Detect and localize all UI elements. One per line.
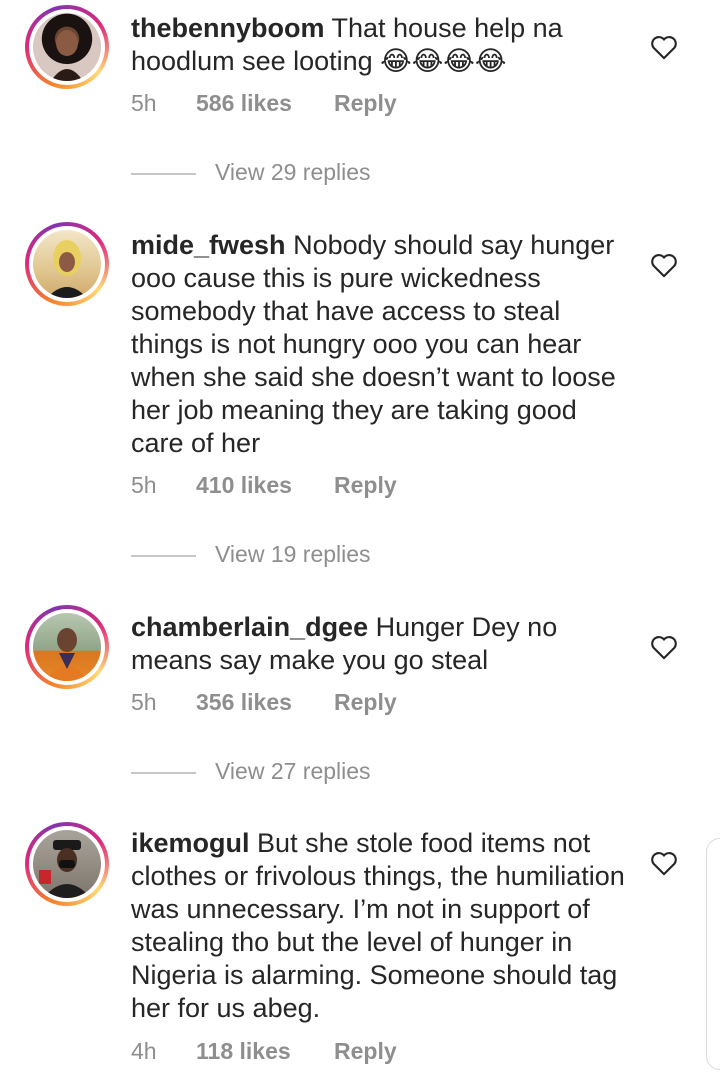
avatar[interactable] (25, 822, 109, 906)
comment-text: chamberlain_dgee Hunger Dey no means say… (131, 611, 631, 677)
comment-text: mide_fwesh Nobody should say hunger ooo … (131, 229, 631, 460)
reply-button[interactable]: Reply (334, 472, 397, 499)
comment-body: Nobody should say hunger ooo cause this … (131, 230, 616, 458)
like-count[interactable]: 410 likes (196, 472, 292, 499)
comment-text: ikemogul But she stole food items not cl… (131, 827, 631, 1025)
comment-username[interactable]: chamberlain_dgee (131, 612, 368, 642)
view-replies-label: View 27 replies (215, 758, 371, 784)
view-replies-button[interactable]: View 19 replies (131, 540, 431, 570)
comment-time: 4h (131, 1038, 157, 1064)
offscreen-panel-edge (706, 838, 720, 1070)
comment-time: 5h (131, 472, 157, 498)
reply-button[interactable]: Reply (334, 90, 397, 117)
view-replies-button[interactable]: View 29 replies (131, 158, 431, 188)
comment-time: 5h (131, 90, 157, 116)
avatar[interactable] (25, 222, 109, 306)
comment-username[interactable]: thebennyboom (131, 13, 325, 43)
comment-username[interactable]: mide_fwesh (131, 230, 286, 260)
like-count[interactable]: 586 likes (196, 90, 292, 117)
heart-outline-icon[interactable] (650, 252, 678, 278)
avatar[interactable] (25, 5, 109, 89)
view-replies-button[interactable]: View 27 replies (131, 757, 431, 787)
heart-outline-icon[interactable] (650, 850, 678, 876)
comment-text: thebennyboom That house help na hoodlum … (131, 12, 631, 78)
reply-button[interactable]: Reply (334, 1038, 397, 1065)
reply-button[interactable]: Reply (334, 689, 397, 716)
heart-outline-icon[interactable] (650, 634, 678, 660)
comment-time: 5h (131, 689, 157, 715)
like-count[interactable]: 118 likes (196, 1038, 291, 1065)
like-count[interactable]: 356 likes (196, 689, 292, 716)
view-replies-label: View 19 replies (215, 541, 371, 567)
view-replies-label: View 29 replies (215, 159, 371, 185)
heart-outline-icon[interactable] (650, 34, 678, 60)
avatar[interactable] (25, 605, 109, 689)
comment-username[interactable]: ikemogul (131, 828, 250, 858)
